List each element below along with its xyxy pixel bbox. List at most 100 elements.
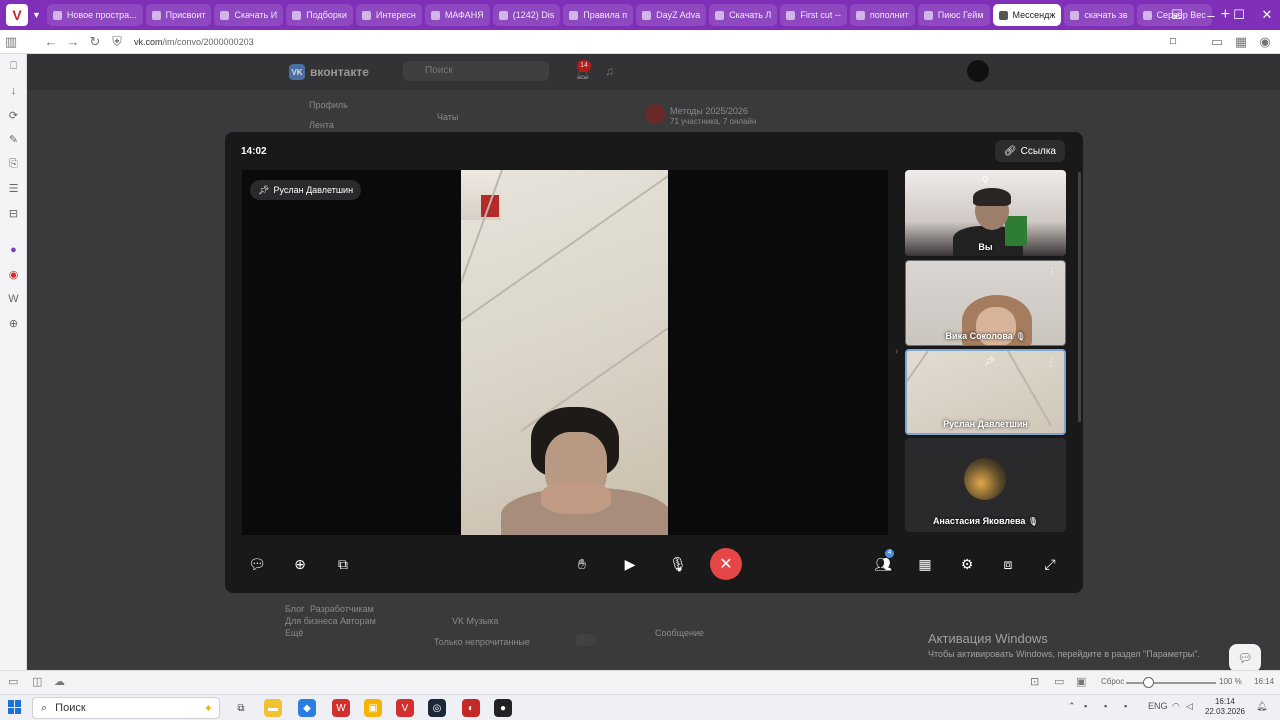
tray-chevron-icon[interactable]: ⌃ — [1068, 701, 1076, 712]
vk-search-input[interactable]: Поиск — [403, 61, 549, 81]
bookmarks-panel-icon[interactable]: ⎕ — [0, 54, 27, 79]
tab[interactable]: Подборки — [286, 4, 353, 26]
profile-icon[interactable]: ◉ — [1254, 31, 1276, 53]
store-icon[interactable]: ◆ — [298, 699, 316, 717]
footer-link[interactable]: Разработчикам — [310, 604, 374, 614]
taskbar-clock[interactable]: 16:14 22.03.2026 — [1200, 697, 1250, 717]
close-icon[interactable]: ✕ — [1250, 0, 1280, 30]
participant-tile[interactable]: ⋮ Вика Соколова 🎙︎ — [905, 260, 1066, 346]
tab-active[interactable]: Мессендж — [992, 4, 1062, 26]
notes-panel-icon[interactable]: ✎ — [0, 128, 27, 153]
wps-icon[interactable]: W — [332, 699, 350, 717]
reading-list-icon[interactable]: ☰ — [0, 177, 27, 202]
messenger-panel-icon[interactable]: ● — [0, 238, 27, 263]
menu-chevron-icon[interactable]: ▼ — [32, 10, 41, 20]
participants-icon[interactable]: 👥︎ 4 — [868, 549, 898, 579]
tab[interactable]: Пиюс Гейм — [917, 4, 990, 26]
notifications-icon[interactable]: 🔔︎ — [1256, 701, 1267, 712]
url-field[interactable]: vk.com/im/convo/2000000203 — [134, 37, 254, 47]
panel-toggle-icon[interactable]: ▭ — [8, 675, 18, 688]
tray-app-icon[interactable]: ▪ — [1104, 701, 1107, 711]
tab[interactable]: First cut -- — [780, 4, 847, 26]
app-icon[interactable]: ● — [494, 699, 512, 717]
unread-only-toggle[interactable] — [575, 634, 597, 646]
wikipedia-panel-icon[interactable]: W — [0, 287, 27, 312]
pin-icon[interactable]: ⚲ — [982, 175, 989, 186]
calendar-icon[interactable]: ▦ — [1230, 31, 1252, 53]
zoom-reset-button[interactable]: Сброс — [1101, 677, 1124, 686]
footer-link[interactable]: Авторам — [340, 616, 376, 626]
music-icon[interactable]: ♫ — [605, 64, 614, 78]
participant-tile[interactable]: Анастасия Яковлева 🎙︎ — [905, 438, 1066, 532]
footer-link[interactable]: Для бизнеса — [285, 616, 338, 626]
chevron-right-icon[interactable]: › — [895, 346, 898, 357]
tiling-toggle-icon[interactable]: ▭ — [1054, 675, 1064, 688]
chat-bubble-button[interactable]: 💬︎ — [1229, 644, 1261, 672]
participant-tile-self[interactable]: ⚲ Вы — [905, 170, 1066, 256]
message-input[interactable]: Сообщение — [655, 628, 704, 638]
footer-link[interactable]: Ещё — [285, 628, 303, 638]
downloads-panel-icon[interactable]: ↓ — [0, 79, 27, 104]
tab[interactable]: Новое простра... — [46, 4, 143, 26]
bookmark-icon[interactable]: ⌑ — [1162, 31, 1184, 53]
zoom-slider[interactable] — [1126, 682, 1216, 684]
forward-icon[interactable]: → — [62, 31, 84, 53]
more-options-icon[interactable]: ⋮ — [1047, 267, 1057, 278]
site-info-icon[interactable]: ⛨ — [106, 31, 128, 53]
vk-logo[interactable]: VK вконтакте — [289, 64, 369, 80]
history-panel-icon[interactable]: ⟳ — [0, 103, 27, 128]
tiles-scrollbar[interactable] — [1078, 172, 1081, 422]
footer-link[interactable]: Блог — [285, 604, 304, 614]
more-options-icon[interactable]: ⋮ — [1046, 357, 1056, 368]
window-panel-icon[interactable]: ⊟ — [0, 201, 27, 226]
microphone-icon[interactable]: 🎙︎ — [663, 549, 693, 579]
participant-tile-pinned[interactable]: 📌︎ ⋮ Руслан Давлетшин — [905, 349, 1066, 435]
grid-layout-icon[interactable]: ▦ — [910, 549, 940, 579]
tab[interactable]: Правила п — [563, 4, 634, 26]
file-explorer-icon[interactable]: ▬ — [264, 699, 282, 717]
nav-item-feed[interactable]: Лента — [309, 120, 334, 130]
list-item[interactable]: VK Музыка — [452, 616, 498, 626]
reader-icon[interactable]: ▭ — [1206, 31, 1228, 53]
end-call-button[interactable]: ✕ — [710, 548, 742, 580]
task-view-icon[interactable]: ⧉ — [232, 699, 250, 717]
settings-gear-icon[interactable]: ⚙︎ — [952, 549, 982, 579]
capture-icon[interactable]: ⊡ — [1030, 675, 1039, 688]
panel-toggle-icon[interactable]: ▥ — [0, 31, 22, 53]
tab[interactable]: DayZ Adva — [636, 4, 707, 26]
windows-start-icon[interactable] — [8, 700, 22, 714]
chat-icon[interactable]: 💬︎ — [242, 549, 272, 579]
tab[interactable]: МАФАНЯ — [424, 4, 490, 26]
vivaldi-menu-icon[interactable]: V — [6, 4, 28, 26]
vivaldi-icon[interactable]: V — [396, 699, 414, 717]
minimize-window-icon[interactable]: ⧈ — [993, 549, 1023, 579]
tab-actions-icon[interactable]: ☑ — [1160, 0, 1194, 30]
zoom-slider-handle[interactable] — [1143, 677, 1154, 688]
images-icon[interactable]: ▣ — [1076, 675, 1086, 688]
tab[interactable]: Скачать Л — [709, 4, 778, 26]
nav-item-profile[interactable]: Профиль — [309, 100, 348, 110]
back-icon[interactable]: ← — [40, 31, 62, 53]
tiling-icon[interactable]: ◫ — [32, 675, 42, 688]
tab[interactable]: (1242) Dis — [492, 4, 561, 26]
sync-cloud-icon[interactable]: ☁ — [54, 675, 65, 688]
tab[interactable]: Скачать И — [214, 4, 284, 26]
pin-icon[interactable]: 📌︎ — [984, 356, 995, 367]
lock-app-icon[interactable]: ▣ — [364, 699, 382, 717]
language-indicator[interactable]: ENG — [1148, 701, 1168, 711]
add-participant-icon[interactable]: ⊕ — [285, 549, 315, 579]
steam-icon[interactable]: ◎ — [428, 699, 446, 717]
copy-link-button[interactable]: 🔗︎ Ссылка — [994, 140, 1065, 162]
fullscreen-icon[interactable]: ⤢ — [1035, 549, 1065, 579]
vivaldi-panel-icon[interactable]: ◉ — [0, 262, 27, 287]
screen-share-icon[interactable]: ⧉ — [328, 549, 358, 579]
tray-app-icon[interactable]: ▪ — [1124, 701, 1127, 711]
tab[interactable]: пополнит — [849, 4, 915, 26]
pinned-participant-label[interactable]: 📌︎ Руслан Давлетшин — [250, 180, 362, 200]
tray-app-icon[interactable]: ▪ — [1084, 701, 1087, 711]
translate-panel-icon[interactable]: ⎘ — [0, 152, 27, 177]
avatar[interactable] — [967, 60, 989, 82]
network-icon[interactable]: ◠ — [1172, 701, 1180, 712]
taskbar-search-input[interactable]: ⌕ Поиск ✦ — [32, 697, 220, 719]
volume-icon[interactable]: ◁ — [1186, 701, 1193, 712]
